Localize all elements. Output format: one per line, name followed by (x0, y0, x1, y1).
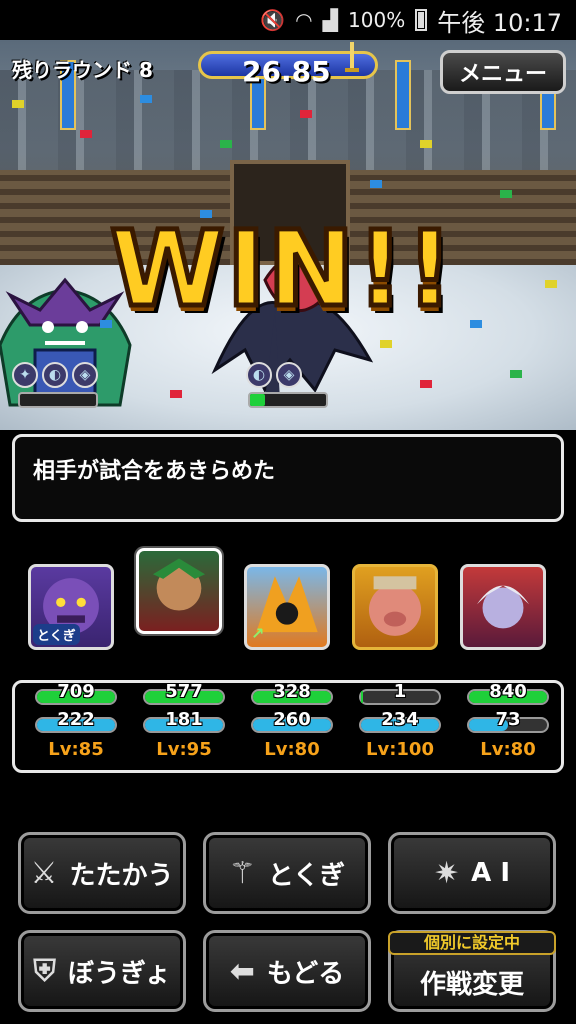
mp-value: 260 (273, 709, 311, 730)
fight-label: たたかう (69, 860, 174, 891)
confetti (380, 340, 392, 348)
confetti (500, 190, 512, 198)
buff-arrow-icon: ↗ (251, 624, 265, 643)
mute-icon: 🔇 (260, 8, 286, 32)
menu-button[interactable]: メニュー (440, 50, 566, 94)
confetti (470, 320, 482, 328)
party-member-1[interactable]: とくぎ (28, 564, 114, 650)
enemy-right-status: ◐ ◈ (246, 362, 302, 388)
battle-scene: 残りラウンド 8 26.85 メニュー WIN!! ✦ ◐ ◈ ◐ ◈ (0, 40, 576, 430)
battery-icon (415, 9, 428, 31)
boar-king-portrait (368, 576, 422, 636)
confetti (545, 280, 557, 288)
hp-value: 709 (57, 681, 95, 702)
mp-bar: 222 (35, 709, 117, 733)
confetti (220, 140, 232, 148)
defend-label: ぼうぎょ (67, 958, 171, 989)
magic-buff-icon: ◐ (42, 362, 68, 388)
crossed-swords-icon: ⚔ (30, 855, 58, 891)
vampire-girl-portrait (476, 585, 530, 629)
staff-icon: ⚚ (228, 855, 256, 891)
enemy-left-hp-bar (18, 392, 98, 408)
skill-button[interactable]: ⚚ とくぎ (203, 832, 371, 914)
level: Lv:85 (48, 739, 104, 760)
confetti (510, 370, 522, 378)
banner (395, 60, 411, 130)
signal-icon: ▟ (322, 8, 339, 32)
level: Lv:100 (366, 739, 434, 760)
hp-bar: 1 (359, 681, 441, 705)
mp-bar: 260 (251, 709, 333, 733)
rounds-remaining: 残りラウンド 8 (12, 58, 153, 82)
strategy-status-tag: 個別に設定中 (388, 931, 556, 955)
confetti (170, 390, 182, 398)
level: Lv:80 (264, 739, 320, 760)
confetti (370, 180, 382, 188)
party-stat-3: 328 260 Lv:80 (251, 681, 333, 760)
mp-bar: 73 (467, 709, 549, 733)
enemy-right-hp-fill (250, 394, 266, 406)
battery-text: 100% (348, 8, 406, 32)
enemy-right-hp-bar (248, 392, 328, 408)
guard-buff-icon: ◈ (72, 362, 98, 388)
magic-buff-icon: ◐ (246, 362, 272, 388)
party-member-3[interactable]: ↗ (244, 564, 330, 650)
status-bar: 🔇 ◠ ▟ 100% 午後 10:17 (0, 0, 576, 40)
hp-bar: 840 (467, 681, 549, 705)
arrow-left-icon: ⬅ (229, 953, 255, 989)
level: Lv:80 (480, 739, 536, 760)
enemy-left-status: ✦ ◐ ◈ (12, 362, 98, 388)
hp-bar: 328 (251, 681, 333, 705)
guard-buff-icon: ◈ (276, 362, 302, 388)
hp-value: 1 (393, 681, 407, 702)
spark-sword-icon: ✷ (434, 855, 460, 891)
confetti (300, 110, 312, 118)
level: Lv:95 (156, 739, 212, 760)
strategy-label: 作戦変更 (419, 969, 524, 1000)
mp-value: 234 (381, 709, 419, 730)
shield-icon: ⛨ (33, 953, 56, 989)
party-member-4[interactable] (352, 564, 438, 650)
turn-timer-value: 26.85 (242, 55, 331, 88)
party-member-5[interactable] (460, 564, 546, 650)
party-stat-1: 709 222 Lv:85 (35, 681, 117, 760)
back-button[interactable]: ⬅ もどる (203, 930, 371, 1012)
win-banner: WIN!! (107, 206, 456, 333)
confetti (80, 130, 92, 138)
party-member-2[interactable] (136, 548, 222, 634)
confetti (420, 140, 432, 148)
hp-value: 328 (273, 681, 311, 702)
mp-bar: 234 (359, 709, 441, 733)
party-stat-4: 1 234 Lv:100 (359, 681, 441, 760)
battle-message: 相手が試合をあきらめた (12, 434, 564, 522)
hp-value: 840 (489, 681, 527, 702)
clock: 午後 10:17 (437, 8, 562, 37)
party-stats-panel: 709 222 Lv:85 577 181 Lv:95 328 260 Lv:8… (12, 680, 564, 773)
mp-value: 73 (495, 709, 521, 730)
confetti (420, 380, 432, 388)
ai-button[interactable]: ✷ A I (388, 832, 556, 914)
mp-bar: 181 (143, 709, 225, 733)
green-warrior-portrait (152, 558, 206, 611)
sword-icon (345, 42, 359, 72)
ice-buff-icon: ✦ (12, 362, 38, 388)
wifi-icon: ◠ (295, 8, 313, 32)
ai-label: A I (471, 858, 510, 888)
hp-value: 577 (165, 681, 203, 702)
defend-button[interactable]: ⛨ ぼうぎょ (18, 930, 186, 1012)
skill-badge: とくぎ (33, 624, 80, 645)
party-stat-2: 577 181 Lv:95 (143, 681, 225, 760)
back-label: もどる (266, 958, 345, 989)
hp-bar: 709 (35, 681, 117, 705)
hp-bar: 577 (143, 681, 225, 705)
skill-label: とくぎ (267, 860, 346, 891)
party-stat-5: 840 73 Lv:80 (467, 681, 549, 760)
fight-button[interactable]: ⚔ たたかう (18, 832, 186, 914)
confetti (12, 100, 24, 108)
confetti (140, 95, 152, 103)
mp-value: 222 (57, 709, 95, 730)
mp-value: 181 (165, 709, 203, 730)
